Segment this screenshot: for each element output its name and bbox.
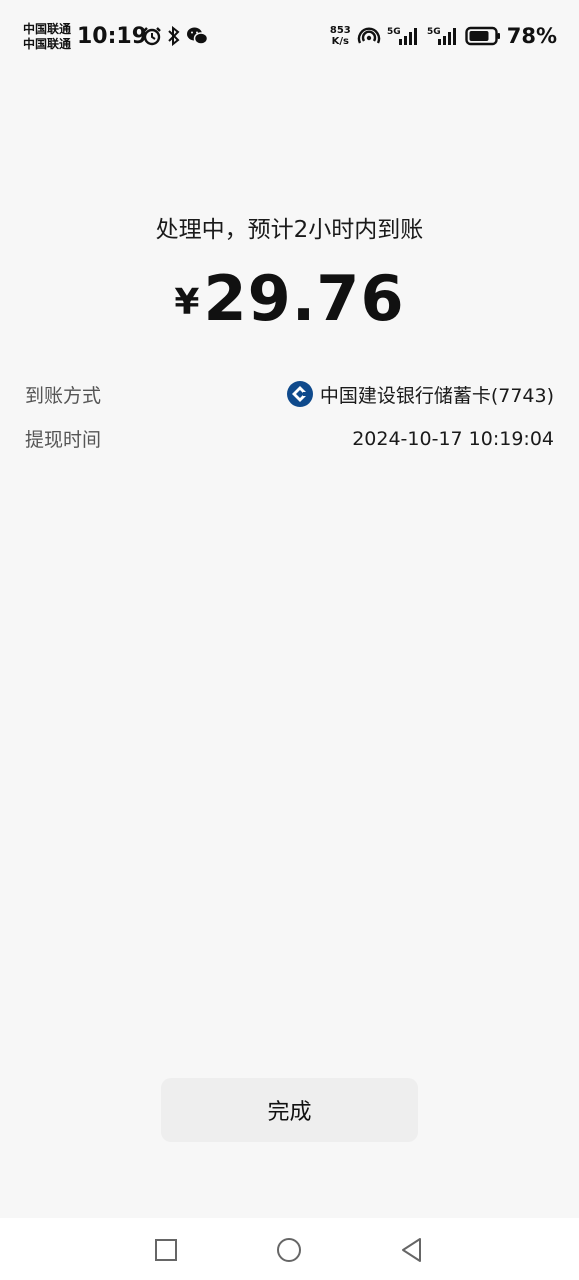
back-button[interactable]: [398, 1236, 426, 1264]
speed-value: 853: [329, 25, 351, 36]
amount-value: 29.76: [203, 262, 405, 335]
alarm-icon: [143, 27, 161, 46]
hotspot-icon: [357, 27, 380, 44]
svg-text:5G: 5G: [427, 27, 441, 37]
method-value: 中国建设银行储蓄卡(7743): [319, 384, 554, 407]
battery-icon: [465, 26, 500, 46]
status-bar: 中国联通 中国联通 10:19 853 K/s 5G 5G 78%: [0, 0, 579, 72]
currency-symbol: ¥: [174, 282, 200, 323]
back-triangle-icon: [402, 1238, 421, 1262]
wechat-icon: [187, 27, 208, 45]
method-label: 到账方式: [25, 384, 102, 407]
detail-row-method: 到账方式 中国建设银行储蓄卡(7743): [25, 380, 554, 408]
status-icons-right: 853 K/s 5G 5G 78%: [330, 24, 557, 48]
withdraw-amount: ¥29.76: [0, 262, 579, 335]
method-value-wrap: 中国建设银行储蓄卡(7743): [286, 380, 554, 408]
detail-row-time: 提现时间 2024-10-17 10:19:04: [25, 425, 554, 452]
recent-apps-button[interactable]: [152, 1236, 180, 1264]
done-button[interactable]: 完成: [161, 1078, 418, 1142]
signal-5g-icon: 5G: [387, 27, 417, 45]
navigation-bar: [0, 1218, 579, 1280]
carrier-1: 中国联通: [23, 22, 72, 36]
square-icon: [155, 1239, 177, 1261]
network-speed: 853 K/s: [330, 25, 351, 47]
speed-unit: K/s: [331, 36, 349, 47]
time-label: 提现时间: [25, 429, 102, 451]
circle-icon: [277, 1238, 301, 1262]
status-time: 10:19: [77, 24, 148, 49]
time-value: 2024-10-17 10:19:04: [352, 427, 554, 450]
carrier-2: 中国联通: [23, 37, 72, 51]
battery-percent: 78%: [506, 24, 557, 48]
home-button[interactable]: [275, 1236, 303, 1264]
status-icons-left: [142, 26, 208, 46]
carrier-labels: 中国联通 中国联通: [23, 22, 71, 52]
ccb-bank-icon: [286, 381, 313, 407]
signal-5g-icon-2: 5G: [427, 27, 456, 45]
processing-message: 处理中，预计2小时内到账: [155, 217, 424, 243]
svg-text:5G: 5G: [387, 27, 401, 37]
bluetooth-icon: [168, 26, 180, 46]
